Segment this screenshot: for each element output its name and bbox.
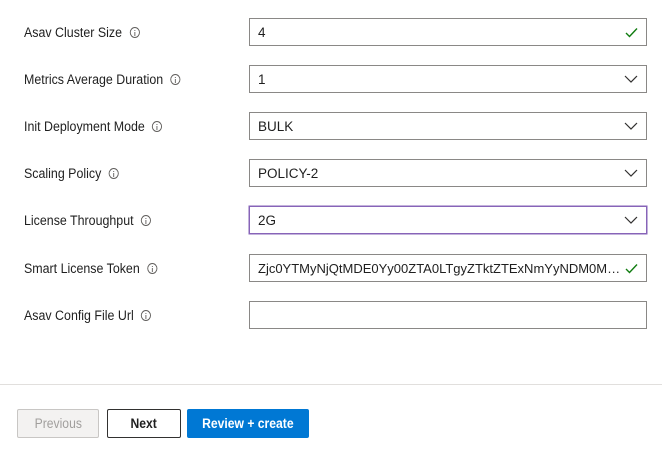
scaling-policy-dropdown[interactable]: POLICY-2	[249, 159, 647, 187]
field-label: Metrics Average Duration	[24, 71, 164, 87]
metrics-average-duration-dropdown[interactable]: 1	[249, 65, 647, 93]
field-label-container: Asav Cluster Size	[24, 18, 140, 46]
field-label-container: Init Deployment Mode	[24, 112, 163, 140]
previous-button-label: Previous	[34, 416, 82, 431]
field-label-container: Scaling Policy	[24, 159, 119, 187]
field-row-license-throughput: License Throughput 2G	[0, 206, 662, 234]
footer-bar	[0, 385, 662, 460]
field-label-container: Asav Config File Url	[24, 301, 152, 329]
field-label-container: License Throughput	[24, 206, 152, 234]
chevron-down-icon	[622, 113, 640, 139]
field-value: 1	[258, 71, 266, 87]
checkmark-icon	[622, 255, 640, 281]
review-create-button-label: Review + create	[202, 416, 294, 431]
field-value: BULK	[258, 118, 294, 134]
smart-license-token-input[interactable]: Zjc0YTMyNjQtMDE0Yy00ZTA0LTgyZTktZTExNmYy…	[249, 254, 647, 282]
info-icon[interactable]	[147, 262, 158, 274]
init-deployment-mode-dropdown[interactable]: BULK	[249, 112, 647, 140]
field-label: Asav Cluster Size	[24, 24, 123, 40]
next-button[interactable]: Next	[107, 409, 181, 438]
field-label: Scaling Policy	[24, 165, 102, 181]
info-icon[interactable]	[170, 73, 181, 85]
field-value: 4	[258, 24, 266, 40]
field-label: Smart License Token	[24, 260, 140, 276]
field-value: POLICY-2	[258, 165, 319, 181]
asav-config-file-url-input[interactable]	[249, 301, 647, 329]
checkmark-icon	[622, 19, 640, 45]
field-label: License Throughput	[24, 212, 134, 228]
info-icon[interactable]	[152, 120, 163, 132]
field-row-init-deployment-mode: Init Deployment Mode BULK	[0, 112, 662, 140]
asav-cluster-size-input[interactable]: 4	[249, 18, 647, 46]
chevron-down-icon	[622, 160, 640, 186]
field-row-asav-config-file-url: Asav Config File Url	[0, 301, 662, 329]
field-row-scaling-policy: Scaling Policy POLICY-2	[0, 159, 662, 187]
license-throughput-dropdown[interactable]: 2G	[249, 206, 647, 234]
field-label: Init Deployment Mode	[24, 118, 145, 134]
info-icon[interactable]	[108, 167, 119, 179]
field-value: 2G	[258, 212, 277, 228]
field-value: Zjc0YTMyNjQtMDE0Yy00ZTA0LTgyZTktZTExNmYy…	[258, 260, 646, 276]
field-label-container: Metrics Average Duration	[24, 65, 181, 93]
field-row-metrics-average-duration: Metrics Average Duration 1	[0, 65, 662, 93]
field-row-asav-cluster-size: Asav Cluster Size 4	[0, 18, 662, 46]
field-row-smart-license-token: Smart License Token Zjc0YTMyNjQtMDE0Yy00…	[0, 254, 662, 282]
info-icon[interactable]	[129, 26, 140, 38]
next-button-label: Next	[130, 416, 158, 431]
info-icon[interactable]	[140, 214, 152, 226]
chevron-down-icon	[622, 207, 640, 233]
field-label-container: Smart License Token	[24, 254, 158, 282]
field-label: Asav Config File Url	[24, 307, 134, 323]
previous-button[interactable]: Previous	[17, 409, 99, 438]
review-create-button[interactable]: Review + create	[187, 409, 309, 438]
info-icon[interactable]	[141, 309, 152, 321]
chevron-down-icon	[622, 66, 640, 92]
